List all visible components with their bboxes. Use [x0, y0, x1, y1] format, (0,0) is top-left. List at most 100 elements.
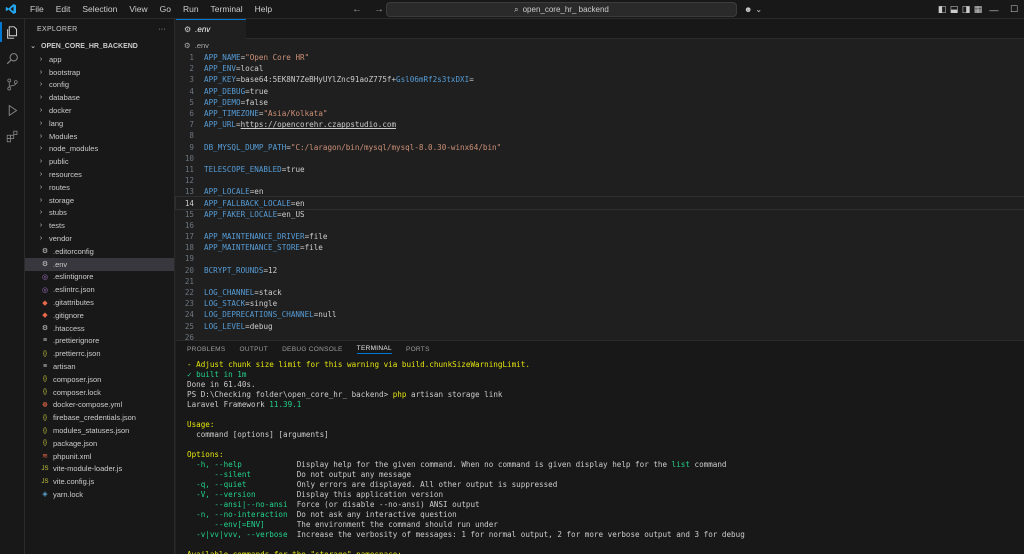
menu-item-terminal[interactable]: Terminal	[205, 0, 249, 19]
tab-terminal[interactable]: TERMINAL	[356, 345, 392, 354]
folder-item[interactable]: › database	[25, 91, 174, 104]
folder-item[interactable]: › bootstrap	[25, 66, 174, 79]
menu-item-view[interactable]: View	[123, 0, 153, 19]
project-root[interactable]: ⌄ OPEN_CORE_HR_BACKEND	[25, 39, 174, 53]
terminal-line: --env[=ENV] The environment the command …	[187, 519, 1024, 529]
code-token: APP_MAINTENANCE_STORE	[204, 243, 301, 253]
menu-item-run[interactable]: Run	[177, 0, 205, 19]
file-item[interactable]: {} firebase_credentials.json	[25, 411, 174, 424]
tab-output[interactable]: OUTPUT	[240, 346, 269, 353]
search-icon[interactable]	[0, 45, 25, 71]
folder-item[interactable]: › stubs	[25, 207, 174, 220]
maximize-icon[interactable]: ☐	[1004, 0, 1024, 19]
file-item[interactable]: ◈ yarn.lock	[25, 488, 174, 501]
tab-ports[interactable]: PORTS	[406, 346, 430, 353]
menu-item-edit[interactable]: Edit	[50, 0, 77, 19]
tab-env[interactable]: ⚙ .env	[176, 19, 246, 39]
menu-item-selection[interactable]: Selection	[76, 0, 123, 19]
minimize-icon[interactable]: —	[984, 0, 1004, 19]
file-item[interactable]: ⚙ .htaccess	[25, 322, 174, 335]
menu-item-go[interactable]: Go	[154, 0, 177, 19]
terminal-token: Do not output any message	[296, 469, 412, 479]
file-item[interactable]: ◎ .eslintignore	[25, 271, 174, 284]
file-item[interactable]: ⚙ .editorconfig	[25, 245, 174, 258]
terminal-token: The environment the command should run u…	[296, 519, 498, 529]
menu-item-help[interactable]: Help	[249, 0, 278, 19]
folder-item[interactable]: › tests	[25, 219, 174, 232]
js-icon: JS	[41, 465, 49, 472]
code-token: =base64:5EK8N7ZeBHyUYlZnc91aoZ775f+	[236, 75, 397, 85]
breadcrumb-item[interactable]: .env	[195, 41, 209, 50]
menu-item-file[interactable]: File	[24, 0, 50, 19]
file-item[interactable]: ◎ .eslintrc.json	[25, 283, 174, 296]
terminal-line: Usage:	[187, 419, 1024, 429]
code-token: =true	[245, 86, 269, 96]
file-item[interactable]: {} composer.lock	[25, 386, 174, 399]
run-debug-icon[interactable]	[0, 97, 25, 123]
folder-item[interactable]: › routes	[25, 181, 174, 194]
folder-item[interactable]: › resources	[25, 168, 174, 181]
folder-item[interactable]: › public	[25, 155, 174, 168]
file-item[interactable]: {} package.json	[25, 437, 174, 450]
tab-problems[interactable]: PROBLEMS	[187, 346, 226, 353]
code-token: APP_TIMEZONE	[204, 109, 259, 119]
code-editor[interactable]: 1 APP_NAME = "Open Core HR" 2 APP_ENV =local 3 A…	[175, 52, 1024, 343]
back-arrow-icon[interactable]: ←	[352, 4, 362, 15]
code-token: "C:/laragon/bin/mysql/mysql-8.0.30-winx6…	[290, 142, 502, 152]
terminal-token: -q, --quiet	[187, 479, 297, 489]
toggle-secondary-sidebar-icon[interactable]: ◨	[960, 0, 972, 19]
copilot-button[interactable]: ☻ ⌄	[744, 2, 762, 17]
code-token: BCRYPT_ROUNDS	[204, 265, 264, 275]
terminal-line: PS D:\Checking folder\open_core_hr_ back…	[187, 389, 1024, 399]
code-line: 22 LOG_CHANNEL =stack	[176, 287, 1024, 298]
extensions-icon[interactable]	[0, 123, 25, 149]
file-item[interactable]: ◆ .gitattributes	[25, 296, 174, 309]
file-item[interactable]: ≋ phpunit.xml	[25, 450, 174, 463]
terminal-token: PS D:\Checking folder\open_core_hr_ back…	[187, 389, 393, 399]
layout-icon[interactable]: ▦	[972, 0, 984, 19]
toggle-sidebar-icon[interactable]: ◧	[936, 0, 948, 19]
code-token: APP_NAME	[204, 53, 241, 63]
more-actions-icon[interactable]: ···	[158, 26, 166, 33]
terminal-line: - Adjust chunk size limit for this warni…	[187, 359, 1024, 369]
line-number: 23	[184, 299, 194, 309]
command-center-search[interactable]: ⌕ open_core_hr_ backend	[386, 2, 737, 17]
folder-item[interactable]: › config	[25, 79, 174, 92]
folder-item[interactable]: › app	[25, 53, 174, 66]
file-item[interactable]: {} composer.json	[25, 373, 174, 386]
file-item[interactable]: ⚙ .env	[25, 257, 174, 271]
gear-icon: ⚙	[41, 248, 49, 256]
code-line: 25 LOG_LEVEL =debug	[176, 321, 1024, 332]
folder-item[interactable]: › Modules	[25, 130, 174, 143]
folder-item[interactable]: › vendor	[25, 232, 174, 245]
file-item[interactable]: ☸ docker-compose.yml	[25, 399, 174, 412]
file-item[interactable]: ◆ .gitignore	[25, 309, 174, 322]
toggle-panel-icon[interactable]: ⬓	[948, 0, 960, 19]
file-item[interactable]: {} modules_statuses.json	[25, 424, 174, 437]
terminal-token: artisan storage link	[406, 389, 503, 399]
gear-icon: ⚙	[184, 25, 192, 34]
file-item[interactable]: JS vite.config.js	[25, 475, 174, 488]
folder-item[interactable]: › node_modules	[25, 143, 174, 156]
file-item[interactable]: {} .prettierrc.json	[25, 347, 174, 360]
folder-item[interactable]: › docker	[25, 104, 174, 117]
file-item[interactable]: ≡ .prettierignore	[25, 335, 174, 348]
file-label: vite.config.js	[53, 477, 95, 487]
folder-item[interactable]: › storage	[25, 194, 174, 207]
code-token: =false	[240, 97, 269, 107]
source-control-icon[interactable]	[0, 71, 25, 97]
terminal-output[interactable]: - Adjust chunk size limit for this warni…	[176, 357, 1024, 554]
file-label: modules_statuses.json	[53, 426, 130, 435]
terminal-token: Increase the verbosity of messages: 1 fo…	[296, 529, 745, 539]
code-token: "Asia/Kolkata"	[263, 109, 328, 119]
code-token: TELESCOPE_ENABLED	[204, 164, 282, 174]
folder-item[interactable]: › lang	[25, 117, 174, 130]
tab-debug-console[interactable]: DEBUG CONSOLE	[282, 346, 343, 353]
file-item[interactable]: JS vite-module-loader.js	[25, 463, 174, 476]
explorer-icon[interactable]	[0, 19, 25, 45]
file-item[interactable]: ≡ artisan	[25, 360, 174, 373]
forward-arrow-icon[interactable]: →	[374, 4, 384, 15]
file-label: .editorconfig	[53, 246, 94, 256]
code-token: =en	[249, 187, 264, 197]
terminal-line: -n, --no-interaction Do not ask any inte…	[187, 509, 1024, 519]
